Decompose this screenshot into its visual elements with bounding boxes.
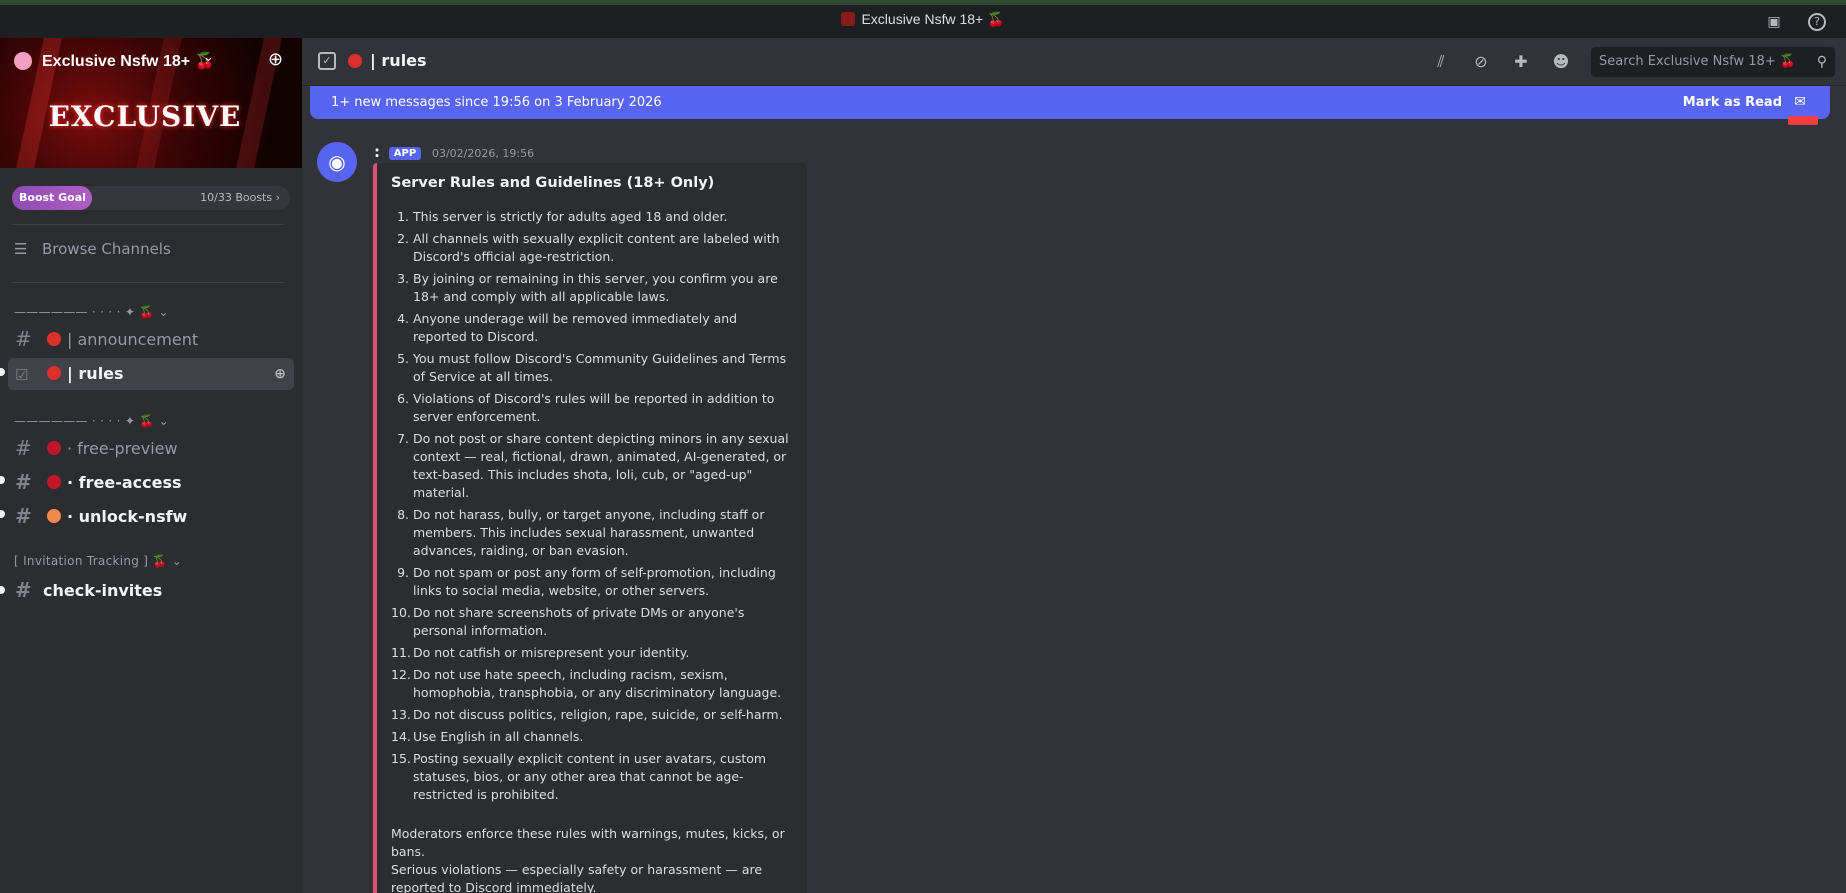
browse-channels-icon: ☰ (14, 240, 28, 258)
channel-announcement[interactable]: # | announcement (8, 323, 294, 355)
rule-item: 5. You must follow Discord's Community Gu… (397, 351, 787, 384)
invite-people-icon[interactable]: ⊕ (268, 49, 283, 70)
avatar[interactable]: ◉ (317, 142, 357, 182)
channel-name: | rules (370, 51, 427, 70)
rule-item: 3. By joining or remaining in this server… (397, 271, 778, 304)
help-icon[interactable]: ? (1808, 13, 1826, 31)
server-banner[interactable]: Exclusive Nsfw 18+ 🍒 ⌄ ⊕ EXCLUSIVE (0, 38, 302, 168)
strawberry-icon (47, 366, 61, 380)
rule-item: 6. Violations of Discord's rules will be … (397, 391, 775, 424)
add-member-icon[interactable]: ⊕ (274, 358, 286, 390)
boost-count: 10/33 Boosts › (200, 191, 280, 204)
rule-item: 7. Do not post or share content depicting… (397, 431, 789, 500)
rules-channel-icon: ✓ (318, 52, 336, 70)
window-title: Exclusive Nsfw 18+ 🍒 (0, 11, 1846, 28)
server-icon (841, 12, 856, 26)
window-titlebar: Exclusive Nsfw 18+ 🍒 ▣ ? (0, 0, 1846, 38)
new-messages-text: 1+ new messages since 19:56 on 3 Februar… (331, 95, 662, 110)
rules-check-icon: ☑ (15, 366, 29, 384)
member-list-icon[interactable]: ☻ (1550, 51, 1572, 73)
unread-indicator (0, 368, 5, 376)
rule-item: 13. Do not discuss politics, religion, ra… (391, 707, 783, 722)
hashtag-icon: # (15, 327, 32, 351)
search-input[interactable]: Search Exclusive Nsfw 18+ 🍒 ⚲ (1591, 47, 1835, 77)
search-icon: ⚲ (1816, 54, 1827, 70)
server-name[interactable]: Exclusive Nsfw 18+ 🍒 (42, 51, 214, 71)
rules-embed: Server Rules and Guidelines (18+ Only) 1… (373, 163, 807, 893)
unread-indicator (0, 510, 5, 518)
rule-item: 15. Posting sexually explicit content in … (391, 751, 767, 802)
rule-item: 9. Do not spam or post any form of self-p… (397, 565, 776, 598)
channel-sidebar: Exclusive Nsfw 18+ 🍒 ⌄ ⊕ EXCLUSIVE Boost… (0, 38, 302, 893)
strawberry-icon (47, 332, 61, 346)
server-logo-icon (14, 52, 32, 70)
rule-item: 14. Use English in all channels. (391, 729, 584, 744)
unread-indicator (0, 476, 5, 484)
unread-indicator (0, 586, 5, 594)
boost-goal[interactable]: Boost Goal 10/33 Boosts › (12, 186, 290, 210)
chevron-down-icon[interactable]: ⌄ (203, 50, 214, 65)
hashtag-icon: # (15, 436, 32, 460)
rule-item: 1. This server is strictly for adults age… (397, 209, 728, 224)
new-messages-bar[interactable]: 1+ new messages since 19:56 on 3 Februar… (310, 86, 1830, 119)
rule-item: 12. Do not use hate speech, including rac… (391, 667, 782, 700)
browse-channels[interactable]: ☰ Browse Channels (14, 240, 171, 258)
category-invitation-tracking[interactable]: [ Invitation Tracking ] 🍒 ⌄ (14, 554, 182, 568)
strawberry-icon (348, 54, 362, 68)
embed-footer-text: Moderators enforce these rules with warn… (391, 826, 785, 893)
cherry-icon (47, 441, 61, 455)
author-name[interactable]: : (374, 143, 380, 161)
banner-text: EXCLUSIVE (48, 100, 242, 133)
rule-item: 10. Do not share screenshots of private D… (391, 605, 745, 638)
rules-list: 1. This server is strictly for adults age… (391, 208, 791, 808)
channel-header: ✓ | rules ⫽ ⊘ ✚ ☻ Search Exclusive Nsfw … (302, 38, 1846, 86)
new-badge (1788, 116, 1818, 125)
category-1[interactable]: —————— · · · · ✦ 🍒 ⌄ (14, 305, 169, 319)
peach-icon (47, 509, 61, 523)
cherry-icon (47, 475, 61, 489)
threads-icon[interactable]: ⫽ (1430, 51, 1452, 73)
channel-rules[interactable]: ☑ | rules ⊕ (8, 358, 294, 390)
divider (12, 282, 284, 283)
boost-goal-label: Boost Goal (12, 186, 92, 210)
channel-free-access[interactable]: # · free-access (8, 466, 294, 498)
message-timestamp: 03/02/2026, 19:56 (431, 147, 535, 160)
app-tag: APP (388, 147, 422, 160)
channel-check-invites[interactable]: # check-invites (8, 574, 294, 606)
channel-free-preview[interactable]: # · free-preview (8, 432, 294, 464)
hashtag-icon: # (15, 470, 32, 494)
divider (12, 224, 284, 225)
rule-item: 11. Do not catfish or misrepresent your i… (391, 645, 690, 660)
pin-icon[interactable]: ✚ (1510, 51, 1532, 73)
inbox-icon[interactable]: ▣ (1764, 13, 1784, 33)
rule-item: 2. All channels with sexually explicit co… (397, 231, 780, 264)
embed-title: Server Rules and Guidelines (18+ Only) (391, 175, 715, 191)
hashtag-icon: # (15, 578, 32, 602)
rule-item: 8. Do not harass, bully, or target anyone… (397, 507, 765, 558)
notification-muted-icon[interactable]: ⊘ (1470, 51, 1492, 73)
message-header: : APP 03/02/2026, 19:56 (374, 143, 534, 161)
hashtag-icon: # (15, 504, 32, 528)
rule-item: 4. Anyone underage will be removed immedi… (397, 311, 738, 344)
channel-unlock-nsfw[interactable]: # · unlock-nsfw (8, 500, 294, 532)
category-2[interactable]: —————— · · · · ✦ 🍒 ⌄ (14, 414, 169, 428)
mark-read-icon[interactable]: ✉ (1794, 86, 1806, 119)
mark-as-read-button[interactable]: Mark as Read (1683, 86, 1782, 119)
